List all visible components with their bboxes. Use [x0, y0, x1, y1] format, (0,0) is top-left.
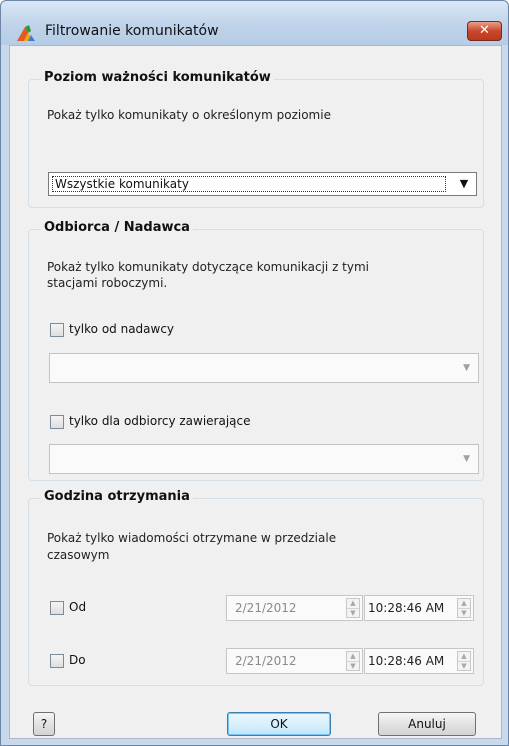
severity-group-title: Poziom ważności komunikatów [41, 70, 274, 85]
ok-button[interactable]: OK [227, 712, 331, 736]
received-time-description-line2: czasowym [47, 548, 110, 562]
spin-up-icon[interactable]: ▲ [458, 599, 470, 608]
to-date-value: 2/21/2012 [235, 654, 297, 668]
from-date-field[interactable]: 2/21/2012 ▲ ▼ [226, 595, 363, 621]
to-time-field[interactable]: 10:28:46 AM ▲ ▼ [364, 648, 474, 674]
to-time-label[interactable]: Do [69, 653, 86, 667]
from-date-spinner[interactable]: ▲ ▼ [346, 598, 360, 618]
recipient-sender-description-line1: Pokaż tylko komunikaty dotyczące komunik… [47, 260, 370, 274]
spin-up-icon[interactable]: ▲ [347, 599, 359, 608]
to-date-spinner[interactable]: ▲ ▼ [346, 651, 360, 671]
help-button[interactable]: ? [33, 712, 55, 736]
severity-description: Pokaż tylko komunikaty o określonym pozi… [47, 108, 331, 122]
from-sender-label[interactable]: tylko od nadawcy [69, 322, 174, 336]
title-bar[interactable]: Filtrowanie komunikatów ✕ [1, 1, 508, 45]
received-time-group-title: Godzina otrzymania [41, 489, 193, 504]
severity-selected-value: Wszystkie komunikaty [52, 176, 446, 192]
spin-down-icon[interactable]: ▼ [458, 608, 470, 617]
from-time-spinner[interactable]: ▲ ▼ [457, 598, 471, 618]
spin-up-icon[interactable]: ▲ [347, 652, 359, 661]
from-date-value: 2/21/2012 [235, 601, 297, 615]
dialog-window: Filtrowanie komunikatów ✕ Poziom ważnośc… [0, 0, 509, 746]
to-date-field[interactable]: 2/21/2012 ▲ ▼ [226, 648, 363, 674]
window-title: Filtrowanie komunikatów [45, 23, 219, 39]
from-time-checkbox[interactable] [50, 601, 64, 615]
to-time-spinner[interactable]: ▲ ▼ [457, 651, 471, 671]
spin-up-icon[interactable]: ▲ [458, 652, 470, 661]
from-time-field[interactable]: 10:28:46 AM ▲ ▼ [364, 595, 474, 621]
to-recipient-combo[interactable]: ▼ [49, 444, 479, 474]
from-sender-combo[interactable]: ▼ [49, 353, 479, 383]
close-button[interactable]: ✕ [467, 21, 502, 41]
from-sender-checkbox[interactable] [50, 323, 64, 337]
avg-logo-icon [17, 25, 35, 41]
to-time-checkbox[interactable] [50, 654, 64, 668]
to-time-value: 10:28:46 AM [368, 654, 445, 668]
chevron-down-icon[interactable]: ▼ [455, 176, 473, 192]
received-time-description-line1: Pokaż tylko wiadomości otrzymane w przed… [47, 531, 337, 545]
chevron-down-icon: ▼ [463, 454, 470, 464]
spin-down-icon[interactable]: ▼ [347, 608, 359, 617]
spin-down-icon[interactable]: ▼ [458, 661, 470, 670]
from-time-value: 10:28:46 AM [368, 601, 445, 615]
from-time-label[interactable]: Od [69, 600, 86, 614]
cancel-button[interactable]: Anuluj [378, 712, 476, 736]
severity-select[interactable]: Wszystkie komunikaty ▼ [48, 172, 477, 196]
to-recipient-checkbox[interactable] [50, 415, 64, 429]
spin-down-icon[interactable]: ▼ [347, 661, 359, 670]
chevron-down-icon: ▼ [463, 363, 470, 373]
to-recipient-label[interactable]: tylko dla odbiorcy zawierające [69, 414, 251, 428]
close-icon: ✕ [479, 23, 490, 38]
recipient-sender-group-title: Odbiorca / Nadawca [41, 220, 193, 235]
recipient-sender-description-line2: stacjami roboczymi. [47, 276, 168, 290]
